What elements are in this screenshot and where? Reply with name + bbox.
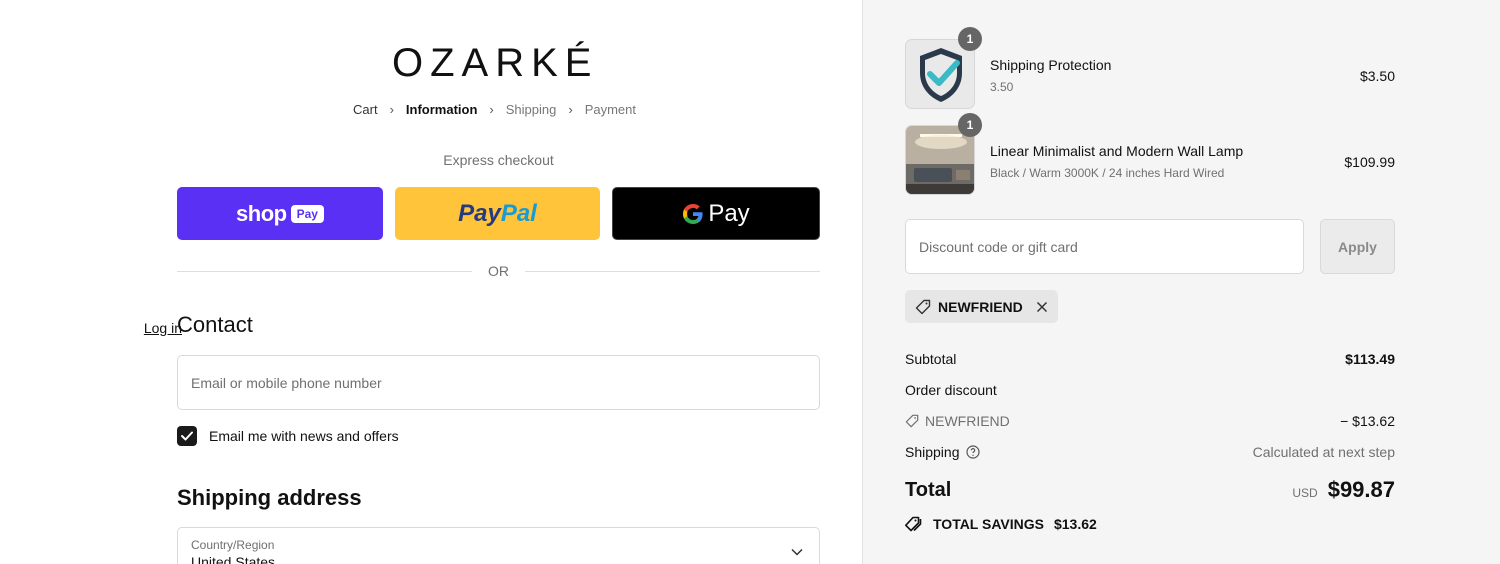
shipping-row: Shipping Calculated at next step: [905, 442, 1395, 462]
shop-pay-logo: shop: [236, 200, 287, 226]
shop-pay-button[interactable]: shop Pay: [177, 187, 383, 240]
help-icon[interactable]: [965, 445, 980, 459]
google-pay-button[interactable]: Pay: [612, 187, 820, 240]
divider-line: [177, 270, 472, 272]
checkmark-icon: [181, 431, 193, 441]
google-g-icon: [683, 203, 703, 224]
order-discount-row: Order discount: [905, 380, 1395, 400]
tag-icon: [905, 414, 919, 428]
discount-code-label: NEWFRIEND: [905, 413, 1010, 429]
brand-logo[interactable]: OZARKÉ: [392, 38, 604, 88]
apply-discount-button[interactable]: Apply: [1320, 219, 1395, 274]
shipping-label: Shipping: [905, 444, 980, 460]
paypal-logo: PayPal: [458, 199, 537, 227]
shield-check-icon: [906, 40, 974, 108]
shipping-value: Calculated at next step: [1252, 444, 1395, 460]
quantity-badge: 1: [958, 27, 982, 51]
cart-item: 1 Shipping Protection 3.50 $3.50: [905, 27, 1395, 109]
country-label: Country/Region: [191, 538, 275, 552]
chevron-right-icon: ›: [489, 102, 494, 117]
country-value: United States: [191, 554, 276, 564]
breadcrumb-shipping: Shipping: [505, 102, 557, 117]
country-select[interactable]: Country/Region United States: [177, 527, 820, 564]
or-label: OR: [488, 263, 509, 279]
savings-value: $13.62: [1053, 516, 1097, 532]
item-price: $109.99: [1344, 154, 1395, 170]
chevron-right-icon: ›: [389, 102, 394, 117]
tag-icon: [915, 299, 931, 314]
discount-line-row: NEWFRIEND − $13.62: [905, 411, 1395, 431]
shop-pay-badge: Pay: [290, 204, 324, 223]
divider-line: [525, 270, 820, 272]
item-variant: 3.50: [990, 80, 1014, 94]
subtotal-label: Subtotal: [905, 351, 957, 367]
google-pay-logo: Pay: [682, 200, 750, 228]
newsletter-checkbox[interactable]: [177, 426, 197, 446]
applied-discount-chip: NEWFRIEND: [905, 290, 1058, 323]
newsletter-label: Email me with news and offers: [209, 428, 399, 444]
tag-icon: [905, 516, 922, 532]
savings-label: TOTAL SAVINGS: [933, 516, 1044, 532]
applied-discount-code: NEWFRIEND: [938, 298, 1023, 315]
breadcrumb-information: Information: [405, 102, 478, 117]
total-savings: TOTAL SAVINGS $13.62: [905, 516, 1097, 532]
newsletter-checkbox-row[interactable]: Email me with news and offers: [177, 426, 399, 446]
chevron-right-icon: ›: [568, 102, 573, 117]
total-row: Total USD $99.87: [905, 476, 1395, 504]
item-name: Shipping Protection: [990, 57, 1112, 73]
currency-code: USD: [1292, 486, 1318, 500]
remove-discount-button[interactable]: [1036, 301, 1048, 313]
wall-lamp-photo: [906, 126, 974, 194]
discount-code-input[interactable]: Discount code or gift card: [905, 219, 1304, 274]
chevron-down-icon: [791, 548, 803, 556]
breadcrumb-cart[interactable]: Cart: [353, 102, 378, 117]
total-amount: USD $99.87: [1292, 477, 1395, 503]
order-discount-label: Order discount: [905, 382, 997, 398]
paypal-button[interactable]: PayPal: [395, 187, 600, 240]
close-icon: [1036, 301, 1047, 312]
breadcrumb: Cart › Information › Shipping › Payment: [353, 102, 636, 117]
shipping-address-heading: Shipping address: [177, 485, 362, 510]
express-checkout-label: Express checkout: [443, 152, 554, 168]
email-field[interactable]: Email or mobile phone number: [177, 355, 820, 410]
cart-item: 1 Linear Minimalist and Modern Wall Lamp…: [905, 113, 1395, 195]
item-variant: Black / Warm 3000K / 24 inches Hard Wire…: [990, 166, 1225, 180]
checkout-main: OZARKÉ Cart › Information › Shipping › P…: [0, 0, 862, 564]
item-name: Linear Minimalist and Modern Wall Lamp: [990, 143, 1244, 159]
total-label: Total: [905, 478, 952, 501]
contact-heading: Contact: [177, 312, 253, 337]
item-price: $3.50: [1359, 68, 1395, 84]
subtotal-value: $113.49: [1345, 351, 1395, 367]
breadcrumb-payment: Payment: [584, 102, 637, 117]
or-divider: OR: [177, 262, 820, 280]
login-link[interactable]: Log in: [144, 320, 182, 336]
total-value: $99.87: [1327, 477, 1395, 502]
discount-value: − $13.62: [1340, 413, 1395, 429]
quantity-badge: 1: [958, 113, 982, 137]
subtotal-row: Subtotal $113.49: [905, 349, 1395, 369]
